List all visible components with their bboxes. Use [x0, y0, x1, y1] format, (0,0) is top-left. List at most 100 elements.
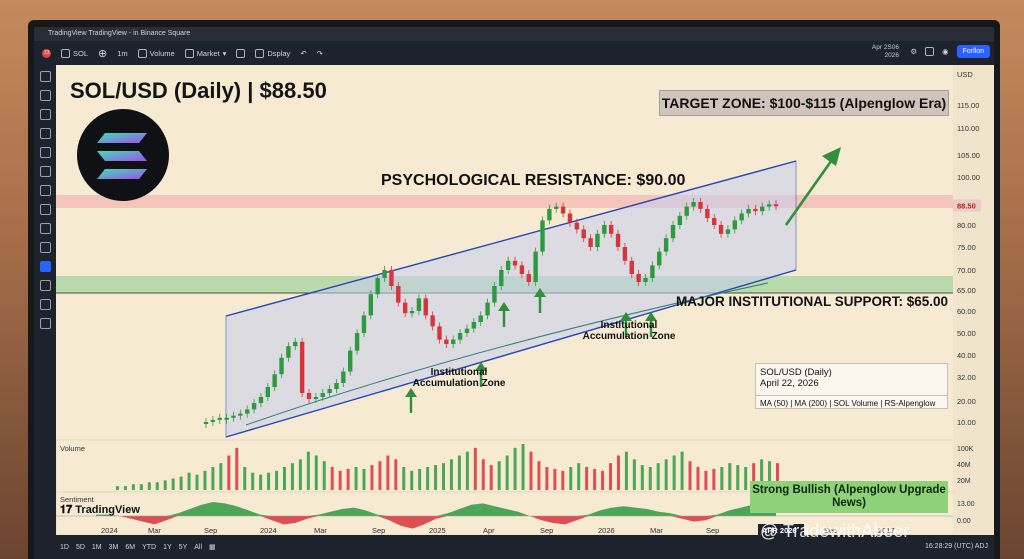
undo-button[interactable]: ↶: [300, 49, 306, 58]
toolbar: 13 SOL ⊕ 1m Volume Market ▾ Dsplay ↶ ↷ Ap…: [34, 41, 994, 65]
volume-bar: [171, 478, 175, 490]
lock-drawing-icon[interactable]: [39, 261, 51, 272]
volume-label: Volume: [60, 444, 85, 453]
volume-bar: [736, 465, 740, 490]
text-icon[interactable]: [39, 166, 51, 177]
x-tick-label: Sep: [706, 526, 719, 535]
volume-bar: [577, 463, 581, 490]
candle: [574, 222, 580, 230]
layout-button[interactable]: [236, 48, 246, 58]
volume-bar: [275, 470, 279, 490]
range-ytd[interactable]: YTD: [142, 544, 156, 551]
redo-icon: ↷: [316, 48, 323, 58]
lock-icon[interactable]: [39, 280, 51, 291]
range-5d[interactable]: 5D: [76, 544, 85, 551]
candle: [711, 218, 717, 225]
candle: [526, 274, 531, 282]
range-all[interactable]: All: [194, 544, 202, 551]
candle: [210, 419, 216, 422]
candle: [492, 286, 497, 303]
price-tick-label: 80.00: [957, 221, 976, 230]
x-tick-label: 2026: [598, 526, 615, 535]
zoom-icon[interactable]: [39, 223, 51, 234]
price-tick-label: 110.00: [957, 124, 979, 133]
volume-axis-label: 20M: [957, 478, 971, 485]
volume-bar: [116, 486, 119, 490]
fib-icon[interactable]: [39, 109, 51, 120]
notification-badge: 13: [42, 48, 51, 58]
add-symbol-button[interactable]: ⊕: [98, 47, 107, 60]
emoji-icon[interactable]: [39, 185, 51, 196]
adj-label[interactable]: ADJ: [975, 543, 988, 550]
tradingview-logo: 𝟏𝟕 TradingView: [60, 504, 140, 517]
volume-bar: [632, 459, 636, 490]
volume-bar: [537, 461, 541, 490]
volume-bar: [624, 451, 628, 490]
candle: [341, 371, 346, 383]
magnet-icon[interactable]: [39, 242, 51, 253]
settings-button[interactable]: ⚙: [910, 47, 917, 56]
candle: [348, 350, 353, 372]
candle: [320, 393, 325, 397]
range-1d[interactable]: 1D: [60, 544, 69, 551]
candle: [554, 206, 559, 209]
candle: [608, 225, 614, 234]
symbol-search[interactable]: SOL: [61, 48, 88, 58]
volume-bar: [513, 447, 517, 490]
candle: [457, 333, 463, 340]
crosshair-icon[interactable]: [39, 71, 51, 82]
candle: [313, 397, 319, 399]
price-tick-label: 70.00: [957, 266, 976, 275]
indicators-button[interactable]: Volume: [137, 48, 175, 58]
volume-bar: [680, 451, 684, 490]
camera-button[interactable]: ◉: [942, 47, 949, 56]
screen: TradingView TradingView - in Binance Squ…: [34, 27, 994, 559]
range-1y[interactable]: 1Y: [163, 544, 172, 551]
range-3m[interactable]: 3M: [109, 544, 119, 551]
currency-label: USD: [957, 70, 973, 79]
calendar-icon[interactable]: ▦: [209, 543, 216, 551]
volume-bar: [457, 455, 461, 490]
ruler-icon[interactable]: [39, 204, 51, 215]
brush-icon[interactable]: [39, 147, 51, 158]
eye-icon[interactable]: [39, 299, 51, 310]
candle: [368, 294, 374, 316]
publish-button[interactable]: Forllon: [956, 45, 990, 58]
gear-icon: ⚙: [910, 47, 918, 56]
volume-bar: [235, 447, 239, 490]
volume-bar: [243, 467, 247, 490]
volume-bar: [131, 484, 135, 490]
toolbar-right: ⚙ ◉ Forllon: [910, 45, 990, 58]
volume-bar: [481, 459, 485, 490]
price-tick-label: 105.00: [957, 151, 980, 160]
candle: [299, 341, 305, 393]
range-5y[interactable]: 5Y: [179, 544, 188, 551]
range-1m[interactable]: 1M: [92, 544, 102, 551]
avatar[interactable]: 13: [42, 48, 51, 58]
volume-bar: [147, 482, 151, 490]
price-tick-label: 10.00: [957, 418, 976, 427]
tv-logo-text: TradingView: [75, 504, 140, 516]
accumulation-label-1: Institutional Accumulation Zone: [409, 367, 509, 389]
redo-button[interactable]: ↷: [317, 49, 323, 58]
volume-bar: [744, 467, 748, 490]
candle: [629, 260, 634, 274]
volume-bar: [211, 467, 215, 490]
resistance-band: [56, 195, 953, 208]
volume-bar: [402, 467, 406, 490]
market-button[interactable]: Market ▾: [184, 48, 226, 58]
volume-bar: [728, 463, 732, 490]
display-button[interactable]: Dsplay: [255, 48, 290, 58]
fullscreen-button[interactable]: [925, 47, 935, 56]
x-tick-label: Mar: [148, 526, 161, 535]
pattern-icon[interactable]: [39, 128, 51, 139]
candle: [560, 206, 566, 214]
volume-bar: [179, 476, 183, 490]
range-6m[interactable]: 6M: [125, 544, 135, 551]
volume-bar: [672, 455, 676, 490]
trash-icon[interactable]: [39, 318, 51, 329]
candle: [691, 202, 696, 207]
trendline-icon[interactable]: [39, 90, 51, 101]
candle: [725, 229, 731, 234]
interval-button[interactable]: 1m: [117, 49, 127, 58]
